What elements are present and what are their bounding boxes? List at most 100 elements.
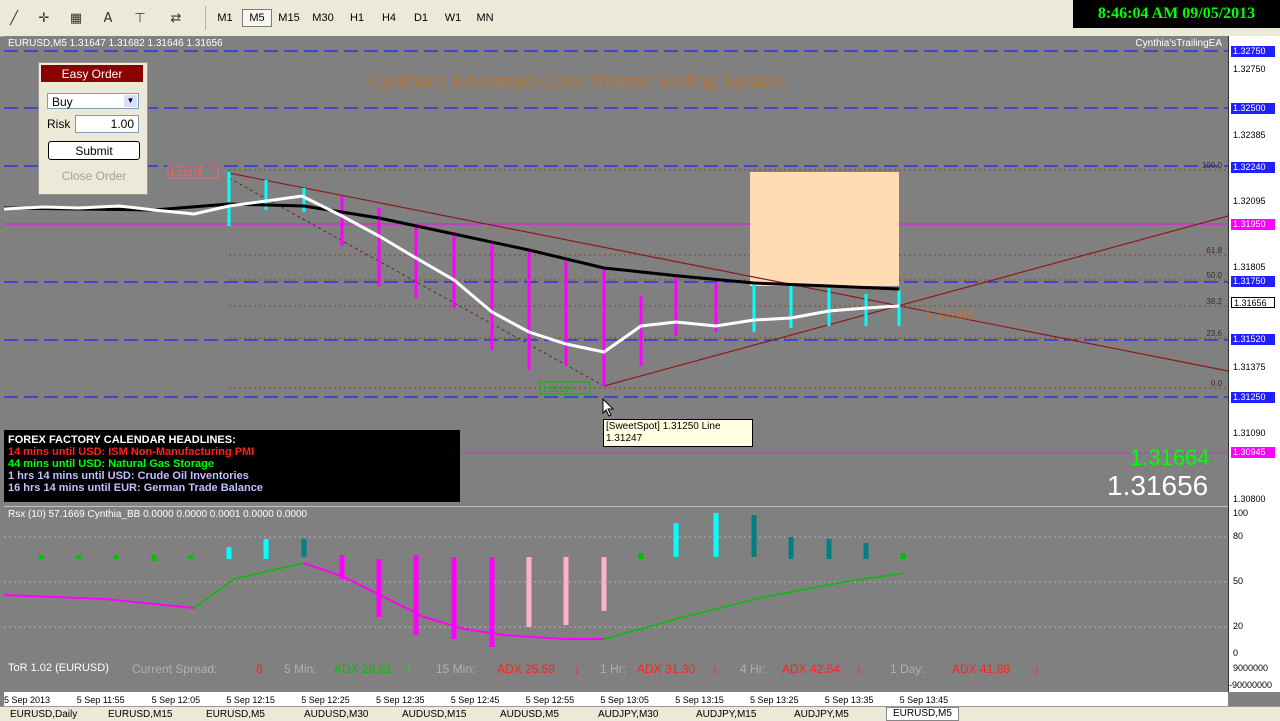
sweetspot-zone: [750, 172, 899, 286]
up-arrow-icon: ↑: [406, 662, 412, 676]
chart-tab[interactable]: AUDUSD,M5: [494, 709, 565, 721]
spread-label: Current Spread:: [132, 662, 218, 676]
axis-tick: 1.32750: [1233, 64, 1266, 74]
timeframe-m15[interactable]: M15: [274, 9, 304, 27]
order-side-select[interactable]: Buy ▼: [47, 93, 139, 109]
down-arrow-icon: ↓: [1034, 662, 1040, 676]
time-axis-tick: 5 Sep 13:15: [675, 695, 724, 705]
axis-badge-magenta: 1.30945: [1231, 447, 1275, 458]
axis-tick: 1.32095: [1233, 196, 1266, 206]
time-axis-tick: 5 Sep 13:45: [899, 695, 949, 705]
tor-status-bar: ToR 1.02 (EURUSD) Current Spread: 8 5 Mi…: [4, 660, 1228, 676]
chart-tab[interactable]: AUDUSD,M30: [298, 709, 374, 721]
axis-tick: 1.31805: [1233, 262, 1266, 272]
timeframe-m5[interactable]: M5: [242, 9, 272, 27]
time-axis: 5 Sep 2013 5 Sep 11:55 5 Sep 12:05 5 Sep 12…: [4, 692, 1228, 706]
timeframe-m30[interactable]: M30: [308, 9, 338, 27]
close-order-button[interactable]: Close Order: [48, 166, 140, 185]
timeframe-h1[interactable]: H1: [342, 9, 372, 27]
chart-tab[interactable]: AUDJPY,M5: [788, 709, 855, 721]
calendar-item: 1 hrs 14 mins until USD: Crude Oil Inven…: [8, 470, 249, 482]
toolbar-separator: [205, 6, 206, 30]
spread-value: 8: [256, 662, 263, 676]
calendar-heading: FOREX FACTORY CALENDAR HEADLINES:: [8, 434, 236, 446]
text-icon[interactable]: A: [98, 8, 118, 28]
fib-label: 38.2: [1206, 297, 1222, 306]
timeframe-w1[interactable]: W1: [438, 9, 468, 27]
price-label-top: 1.32276: [170, 168, 203, 178]
axis-tick: 1.31090: [1233, 428, 1266, 438]
time-axis-tick: 5 Sep 12:35: [376, 695, 425, 705]
chevron-down-icon[interactable]: ▼: [124, 95, 137, 107]
chart-tab[interactable]: AUDJPY,M15: [690, 709, 762, 721]
trendline-up: [603, 215, 1228, 387]
time-axis-tick: 5 Sep 12:25: [301, 695, 350, 705]
h4-adx-value: ADX 42.54: [782, 662, 841, 676]
axis-tick: 1.32385: [1233, 130, 1266, 140]
axis-tick: 1.31375: [1233, 362, 1266, 372]
time-axis-tick: 5 Sep 2013: [4, 695, 51, 705]
timeframe-mn[interactable]: MN: [470, 9, 500, 27]
risk-input[interactable]: 1.00: [75, 115, 139, 133]
fib-label: 100.0: [1202, 161, 1223, 170]
time-axis-tick: 5 Sep 12:55: [525, 695, 575, 705]
order-side-value: Buy: [52, 95, 73, 109]
rsi-line-magenta: [4, 594, 195, 609]
fib-label: 0.0: [1211, 379, 1223, 388]
chart-tabs: EURUSD,Daily EURUSD,M15 EURUSD,M5 AUDUSD,M3…: [0, 706, 1280, 721]
bid-price-label: 1.31664: [1130, 445, 1210, 470]
fib-label: 23.6: [1206, 329, 1222, 338]
rsi-axis-tick: 20: [1233, 621, 1244, 631]
chart-symbol-title: EURUSD,M5 1.31647 1.31682 1.31646 1.3165…: [8, 38, 223, 49]
rsi-label: Rsx (10) 57.1669 Cynthia_BB 0.0000 0.000…: [8, 509, 308, 520]
chart-tab[interactable]: EURUSD,M5: [886, 707, 959, 721]
axis-badge-blue: 1.31520: [1231, 334, 1275, 345]
clock-display: 8:46:04 AM 09/05/2013: [1073, 0, 1280, 28]
h1-adx-value: ADX 31.30: [637, 662, 696, 676]
calendar-headlines-panel: FOREX FACTORY CALENDAR HEADLINES: 14 min…: [4, 430, 460, 502]
axis-badge-blue: 1.31250: [1231, 392, 1275, 403]
rsi-axis-tick: 100: [1233, 508, 1249, 518]
expert-advisor-label: Cynthia'sTrailingEA: [1135, 38, 1222, 49]
risk-label: Risk: [47, 117, 71, 131]
tor-name: ToR 1.02 (EURUSD): [8, 662, 109, 674]
rsi-line-green: [193, 562, 305, 609]
time-axis-tick: 5 Sep 12:15: [226, 695, 275, 705]
submit-button[interactable]: Submit: [48, 141, 140, 160]
axis-badge-blue: 1.32750: [1231, 46, 1275, 57]
calendar-item: 44 mins until USD: Natural Gas Storage: [8, 458, 214, 470]
tooltip-line-2: 1.31247: [606, 433, 643, 444]
timeframe-h4[interactable]: H4: [374, 9, 404, 27]
arrows-icon[interactable]: ⇄: [166, 8, 186, 28]
axis-tick: 1.30800: [1233, 494, 1266, 504]
chart-tab[interactable]: AUDJPY,M30: [592, 709, 664, 721]
calendar-item: 14 mins until USD: ISM Non-Manufacturing…: [8, 446, 255, 458]
m15-adx-value: ADX 25.59: [497, 662, 556, 676]
time-axis-tick: 5 Sep 11:55: [76, 695, 125, 705]
line-tool-icon[interactable]: ╱: [4, 8, 24, 28]
chart-tab[interactable]: EURUSD,M5: [200, 709, 271, 721]
chart-tab[interactable]: EURUSD,Daily: [4, 709, 83, 721]
crosshair-icon[interactable]: ✛: [34, 8, 54, 28]
time-axis-tick: 5 Sep 13:05: [600, 695, 649, 705]
rsi-axis-tick: 80: [1233, 531, 1244, 541]
rsi-axis-tick: 50: [1233, 576, 1244, 586]
chart-tab[interactable]: AUDUSD,M15: [396, 709, 472, 721]
down-arrow-icon: ↓: [856, 662, 862, 676]
text-label-icon[interactable]: ⊤: [130, 8, 150, 28]
rsi-indicator-panel[interactable]: Rsx (10) 57.1669 Cynthia_BB 0.0000 0.000…: [4, 506, 1228, 661]
price-label-low: 1.31247: [542, 384, 575, 394]
calendar-items: 14 mins until USD: ISM Non-Manufacturing…: [8, 446, 460, 494]
timeframe-m1[interactable]: M1: [210, 9, 240, 27]
grid-icon[interactable]: ▦: [66, 8, 86, 28]
axis-badge-blue: 1.32240: [1231, 162, 1275, 173]
tooltip-line-1: [SweetSpot] 1.31250 Line: [606, 421, 721, 432]
easy-order-title: Easy Order: [41, 65, 143, 82]
chart-tab[interactable]: EURUSD,M15: [102, 709, 178, 721]
fib-label: 61.8: [1206, 246, 1222, 255]
m5-adx-value: ADX 26.81: [334, 662, 393, 676]
timeframe-d1[interactable]: D1: [406, 9, 436, 27]
down-arrow-icon: ↓: [712, 662, 718, 676]
price-axis[interactable]: 1.32750 1.32750 1.32500 1.32385 1.32240 …: [1228, 36, 1280, 692]
rsi-line-green: [603, 572, 905, 640]
